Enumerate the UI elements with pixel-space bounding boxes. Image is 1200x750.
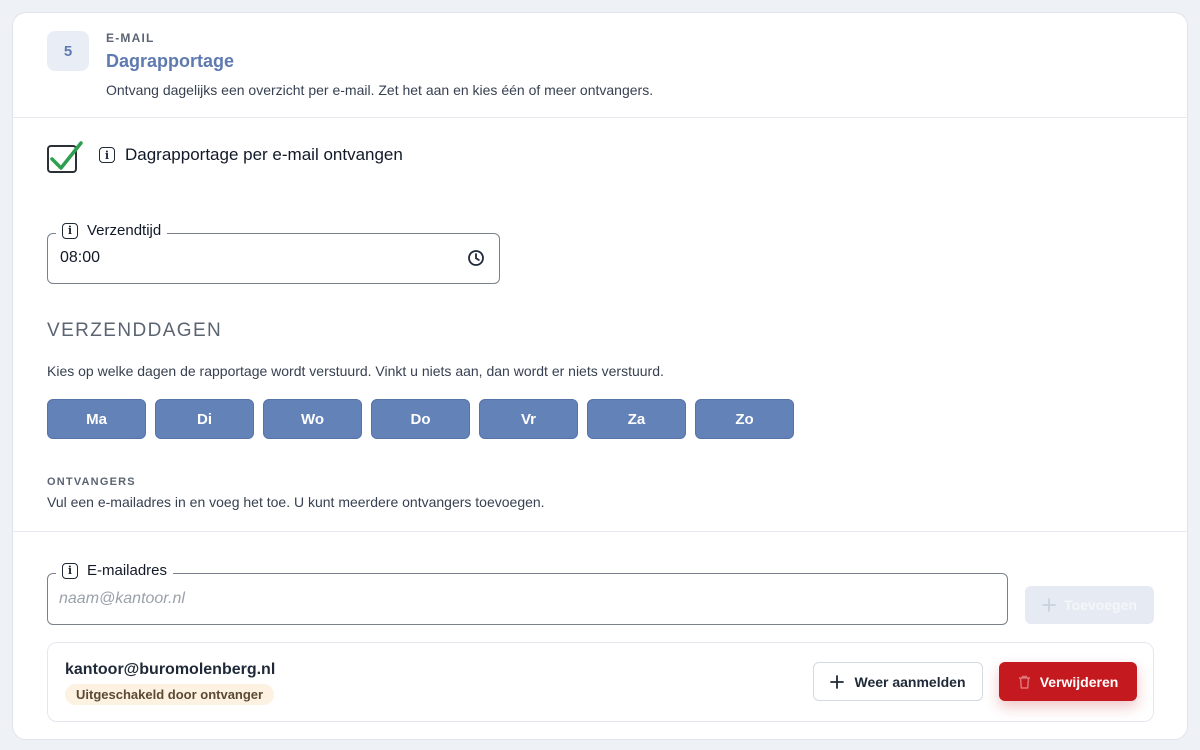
- delete-recipient-button[interactable]: Verwijderen: [999, 662, 1137, 701]
- plus-icon: [830, 674, 845, 689]
- recipients-divider: [13, 531, 1187, 532]
- resubscribe-button[interactable]: Weer aanmelden: [813, 662, 983, 701]
- send-time-field[interactable]: i Verzendtijd 08:00: [47, 222, 500, 284]
- day-button-wo[interactable]: Wo: [263, 399, 362, 439]
- trash-icon: [1018, 675, 1030, 689]
- email-field[interactable]: i E-mailadres naam@kantoor.nl: [47, 562, 1008, 625]
- day-button-do[interactable]: Do: [371, 399, 470, 439]
- day-button-vr[interactable]: Vr: [479, 399, 578, 439]
- recipients-eyebrow: ONTVANGERS: [47, 476, 136, 488]
- email-report-card: 5 E-MAIL Dagrapportage Ontvang dagelijks…: [12, 12, 1188, 740]
- enable-report-label[interactable]: i Dagrapportage per e-mail ontvangen: [99, 145, 403, 165]
- section-description: Ontvang dagelijks een overzicht per e-ma…: [106, 82, 654, 98]
- send-days-hint: Kies op welke dagen de rapportage wordt …: [47, 363, 664, 379]
- enable-report-checkbox[interactable]: [47, 141, 83, 173]
- email-input[interactable]: naam@kantoor.nl: [59, 590, 185, 608]
- day-button-zo[interactable]: Zo: [695, 399, 794, 439]
- step-number-badge: 5: [47, 31, 89, 71]
- recipients-hint: Vul een e-mailadres in en voeg het toe. …: [47, 494, 545, 510]
- recipient-item: kantoor@buromolenberg.nl Uitgeschakeld d…: [47, 642, 1154, 722]
- day-button-di[interactable]: Di: [155, 399, 254, 439]
- email-legend: i E-mailadres: [56, 562, 174, 579]
- email-label: E-mailadres: [87, 562, 168, 579]
- delete-recipient-label: Verwijderen: [1039, 673, 1119, 690]
- resubscribe-label: Weer aanmelden: [854, 673, 966, 690]
- status-badge: Uitgeschakeld door ontvanger: [65, 684, 275, 705]
- info-icon[interactable]: i: [99, 147, 115, 163]
- add-recipient-label: Toevoegen: [1064, 597, 1137, 613]
- checkmark-icon: [50, 141, 83, 170]
- send-days-group: Ma Di Wo Do Vr Za Zo: [47, 399, 794, 439]
- header-divider: [13, 117, 1187, 118]
- send-time-label: Verzendtijd: [87, 222, 162, 239]
- plus-icon: [1042, 598, 1056, 612]
- send-time-input[interactable]: 08:00: [60, 249, 100, 267]
- day-button-ma[interactable]: Ma: [47, 399, 146, 439]
- info-icon[interactable]: i: [62, 222, 78, 239]
- info-icon[interactable]: i: [62, 562, 78, 579]
- clock-icon[interactable]: [467, 249, 485, 267]
- send-days-heading: VERZENDDAGEN: [47, 320, 223, 341]
- section-title: Dagrapportage: [106, 51, 235, 71]
- enable-report-text: Dagrapportage per e-mail ontvangen: [125, 145, 403, 164]
- add-recipient-button[interactable]: Toevoegen: [1025, 586, 1154, 624]
- recipient-email: kantoor@buromolenberg.nl: [65, 661, 276, 678]
- day-button-za[interactable]: Za: [587, 399, 686, 439]
- section-eyebrow: E-MAIL: [106, 31, 155, 45]
- send-time-legend: i Verzendtijd: [56, 222, 168, 239]
